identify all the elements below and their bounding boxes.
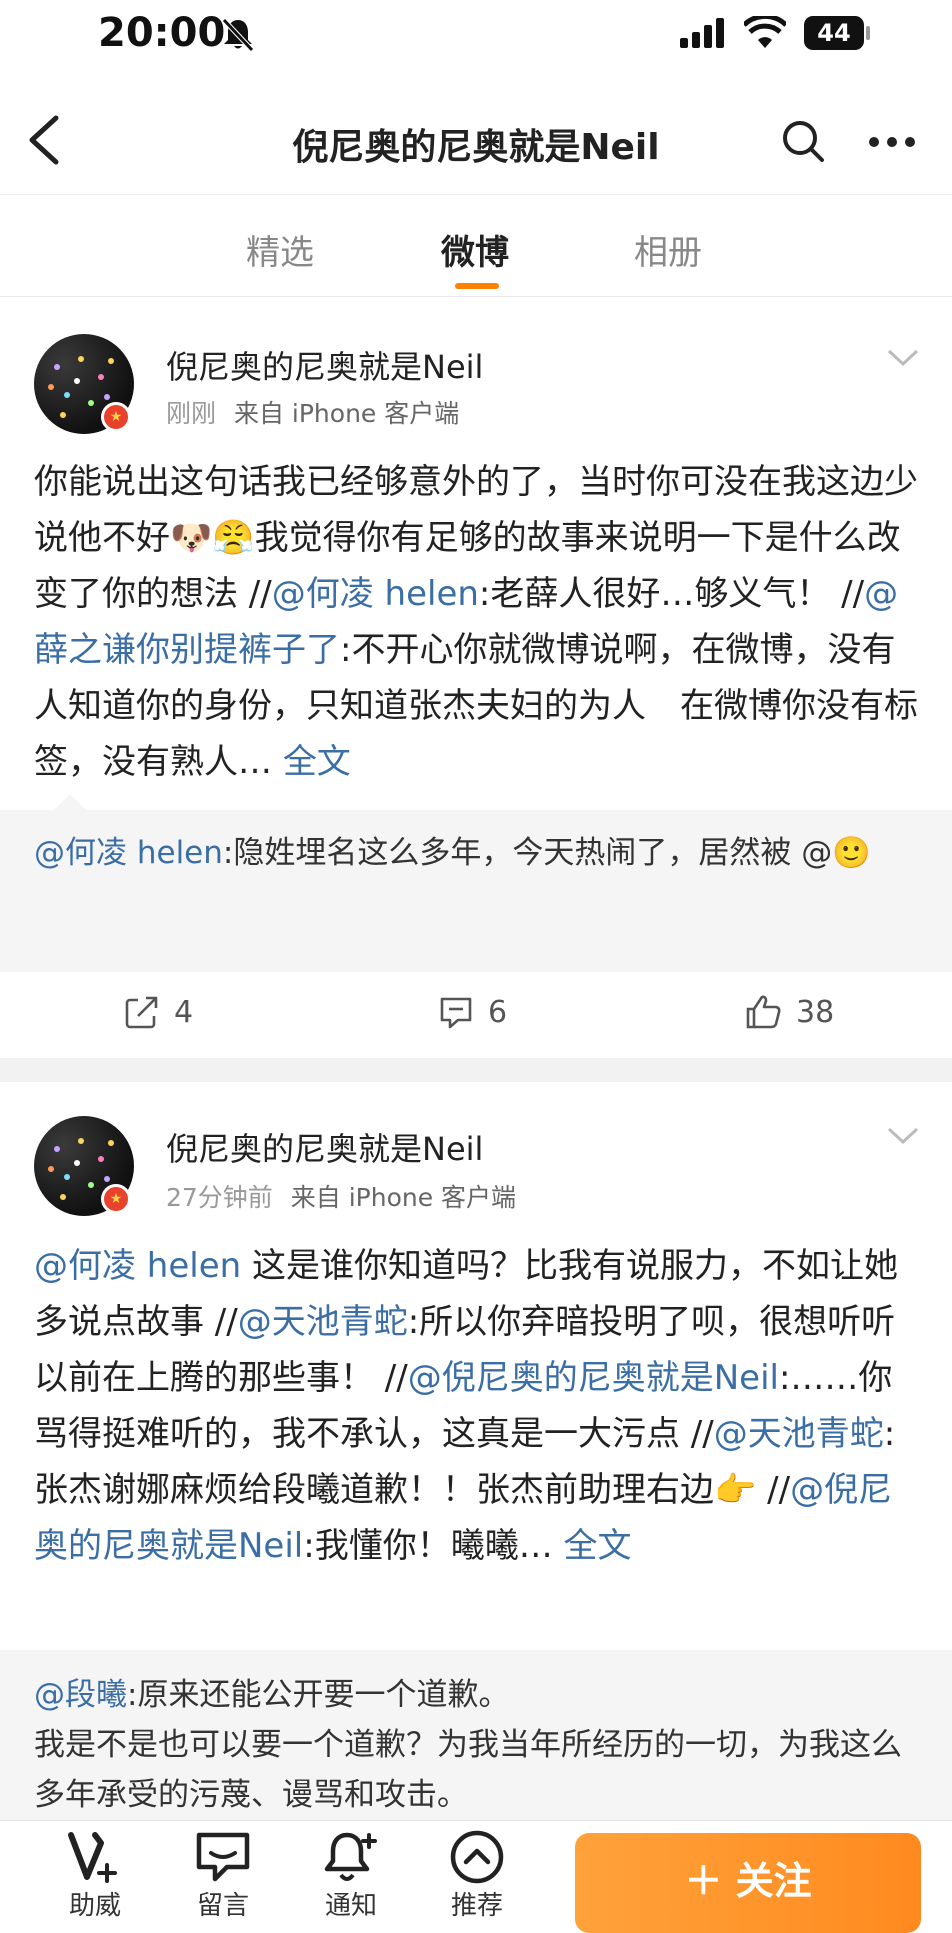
like-button[interactable]: 38 [744,990,834,1034]
like-count: 38 [796,994,835,1030]
text-segment: :老薛人很好…够义气！ // [478,574,865,614]
text-segment: :隐姓埋名这么多年，今天热闹了，居然被 @ [222,835,833,871]
battery-cap [866,26,870,40]
post-meta: 27分钟前 来自 iPhone 客户端 [166,1178,516,1214]
verified-badge: ★ [101,402,131,432]
comment-icon [440,997,472,1029]
mention-link[interactable]: 全文 [283,742,351,782]
post-source: 来自 iPhone 客户端 [233,399,460,428]
repost-text: @段曦:原来还能公开要一个道歉。 我是不是也可以要一个道歉？为我当年所经历的一切… [34,1670,924,1820]
tab-featured[interactable]: 精选 [246,225,314,274]
mention-link[interactable]: @天池青蛇 [714,1414,884,1454]
message-button[interactable]: 留言 [178,1829,268,1922]
post-meta: 刚刚 来自 iPhone 客户端 [166,394,459,430]
signal-icon [680,18,724,48]
battery-level: 44 [817,19,851,47]
mention-link[interactable]: @何凌 helen [34,1246,241,1286]
chevron-up-circle-icon [450,1830,504,1884]
cheer-v-icon [68,1832,117,1883]
recommend-label: 推荐 [450,1891,503,1921]
message-icon [196,1832,250,1882]
repost-text: @何凌 helen:隐姓埋名这么多年，今天热闹了，居然被 @🙂 [34,828,924,878]
post-time: 27分钟前 [166,1183,273,1212]
share-icon [125,996,158,1029]
notify-button[interactable]: 通知 [306,1829,396,1922]
post-actions: 4 6 38 [0,972,952,1052]
bottom-bar: 助威 留言 通知 推荐 ＋ 关注 [0,1820,952,1933]
cheer-button[interactable]: 助威 [50,1829,140,1922]
cheer-label: 助威 [68,1891,121,1921]
profile-tabs: 精选 微博 相册 [0,195,952,297]
post-source: 来自 iPhone 客户端 [290,1183,517,1212]
mention-link[interactable]: @倪尼奥的尼奥就是Neil [408,1358,779,1398]
mute-bell-icon [222,18,254,52]
post-text: 你能说出这句话我已经够意外的了，当时你可没在我这边少说他不好🐶😤我觉得你有足够的… [34,454,924,790]
repost-box[interactable]: @段曦:原来还能公开要一个道歉。 我是不是也可以要一个道歉？为我当年所经历的一切… [0,1650,952,1820]
post-time: 刚刚 [166,399,217,428]
repost-caret [52,794,88,812]
mention-link[interactable]: @何凌 helen [272,574,479,614]
mention-link[interactable]: @天池青蛇 [238,1302,408,1342]
recommend-button[interactable]: 推荐 [432,1829,522,1922]
notify-label: 通知 [324,1891,377,1921]
mention-link[interactable]: 全文 [564,1526,632,1566]
mention-link[interactable]: @何凌 helen [34,835,223,871]
text-segment: 🙂 [832,835,871,871]
tab-album[interactable]: 相册 [634,225,702,274]
post-text: @何凌 helen 这是谁你知道吗？比我有说服力，不如让她多说点故事 //@天池… [34,1238,924,1574]
repost-box[interactable]: @何凌 helen:隐姓埋名这么多年，今天热闹了，居然被 @🙂 [0,794,952,972]
search-icon[interactable] [780,118,826,164]
bell-plus-icon [324,1832,377,1881]
author-name[interactable]: 倪尼奥的尼奥就是Neil [166,342,483,388]
post-card[interactable]: ★ 倪尼奥的尼奥就是Neil 27分钟前 来自 iPhone 客户端 @何凌 h… [0,1082,952,1820]
text-segment: 🐶😤 [170,518,255,558]
chevron-down-icon[interactable] [886,348,920,368]
comment-button[interactable]: 6 [438,990,507,1034]
post-card[interactable]: ★ 倪尼奥的尼奥就是Neil 刚刚 来自 iPhone 客户端 你能说出这句话我… [0,298,952,1058]
more-icon[interactable] [868,136,916,148]
thumbs-up-icon [746,995,781,1029]
tab-weibo[interactable]: 微博 [441,225,509,274]
comment-count: 6 [488,994,508,1030]
text-segment: :原来还能公开要一个道歉。 我是不是也可以要一个道歉？为我当年所经历的一切，为我… [34,1677,902,1813]
chevron-down-icon[interactable] [886,1126,920,1146]
active-tab-indicator [455,283,499,289]
author-name[interactable]: 倪尼奥的尼奥就是Neil [166,1124,483,1170]
wifi-icon [744,16,786,48]
status-time: 20:00 [98,10,226,56]
battery-icon: 44 [804,16,864,50]
status-bar: 20:00 44 [0,0,952,80]
repost-count: 4 [174,994,194,1030]
repost-button[interactable]: 4 [124,990,193,1034]
verified-badge: ★ [101,1184,131,1214]
nav-bar: 倪尼奥的尼奥就是Neil [0,80,952,195]
post-separator [0,1058,952,1082]
text-segment: // [756,1470,791,1510]
message-label: 留言 [196,1891,249,1921]
mention-link[interactable]: @段曦 [34,1677,127,1713]
text-segment: :我懂你！曦曦… [303,1526,564,1566]
follow-button[interactable]: ＋ 关注 [575,1833,921,1933]
text-segment: 👉 [714,1470,757,1510]
